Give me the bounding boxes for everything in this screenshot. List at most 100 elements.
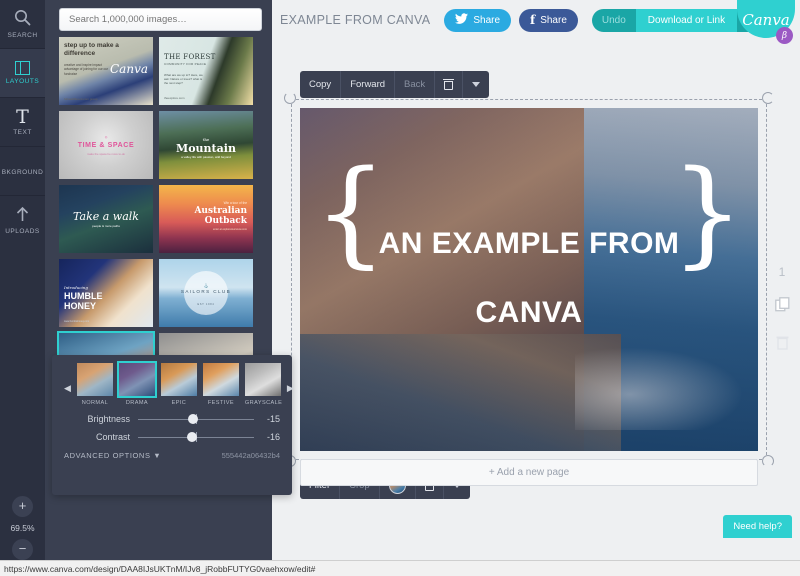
undo-button[interactable]: Undo [592, 9, 636, 32]
contrast-knob[interactable] [186, 432, 197, 442]
duplicate-page-icon[interactable] [774, 297, 790, 317]
layout-thumb-humble-honey[interactable]: Introducing HUMBLE HONEY www.humblehoney… [59, 259, 153, 327]
twitter-icon [455, 13, 469, 27]
contrast-value: -16 [266, 432, 280, 442]
sidebar-label-text: TEXT [13, 128, 32, 136]
beta-badge: β [776, 27, 793, 44]
thumb-script: Canva [110, 62, 148, 76]
status-bar-url: https://www.canva.com/design/DAA8IJsUKTn… [4, 563, 316, 574]
brightness-knob[interactable] [187, 414, 198, 424]
sidebar-item-search[interactable]: SEARCH [0, 0, 45, 48]
twitter-share-button[interactable]: Share [444, 8, 512, 32]
layout-thumb-step-up[interactable]: step up to make a difference creative an… [59, 37, 153, 105]
filter-preset-festive[interactable]: FESTIVE [202, 363, 239, 406]
delete-page-icon[interactable] [776, 335, 789, 355]
thumb-title: Mountain [176, 142, 236, 155]
contrast-track[interactable] [138, 432, 254, 442]
more-options-button[interactable] [463, 71, 489, 98]
copy-button[interactable]: Copy [300, 71, 342, 98]
chevron-down-icon: ▼ [153, 451, 162, 460]
thumb-title: Australian Outback [194, 206, 247, 226]
rotate-handle-bottom-right[interactable] [762, 455, 774, 467]
brightness-label: Brightness [87, 414, 130, 424]
sidebar-item-text[interactable]: T TEXT [0, 98, 45, 146]
brightness-value: -15 [266, 414, 280, 424]
canvas-stage[interactable]: Copy Forward Back { } AN EXAMPLE FROM CA… [272, 40, 800, 560]
sidebar-item-layouts[interactable]: LAYOUTS [0, 49, 45, 97]
filter-prev-arrow[interactable]: ◀ [64, 375, 71, 394]
filter-name: EPIC [171, 400, 187, 406]
layout-thumb-time-and-space[interactable]: ◎ TIME & SPACE make the space be more to… [59, 111, 153, 179]
sidebar-item-uploads[interactable]: UPLOADS [0, 196, 45, 244]
layout-thumb-the-mountain[interactable]: the Mountain a valley life with passion,… [159, 111, 253, 179]
thumb-sub: make the space be more to-do [87, 152, 125, 156]
zoom-controls: + 69.5% − [0, 496, 45, 560]
sidebar-label-layouts: LAYOUTS [5, 78, 40, 85]
thumb-footer: theexplore.com [164, 96, 185, 100]
thumb-footer: www.humblehoney.com [64, 320, 90, 323]
filter-preset-epic[interactable]: EPIC [160, 363, 197, 406]
filter-preset-normal[interactable]: NORMAL [76, 363, 113, 406]
layout-thumb-australian-outback[interactable]: Win a tour of the Australian Outback ent… [159, 185, 253, 253]
canva-logo[interactable]: Canva β [737, 0, 795, 44]
delete-button[interactable] [435, 71, 464, 98]
rotate-handle-top-left[interactable] [284, 92, 296, 104]
layout-thumb-the-forest[interactable]: THE FOREST COMMUNITY FOR PEACE What are … [159, 37, 253, 105]
left-icon-rail: SEARCH LAYOUTS T TEXT BKGROUND UPLOADS [0, 0, 45, 560]
thumb-pre: Win a tour of the [223, 201, 247, 205]
filter-thumb [160, 363, 197, 396]
filter-next-arrow[interactable]: ▶ [287, 375, 294, 394]
thumb-footer: enter at exploretoursnow.com [212, 228, 247, 231]
layouts-icon [15, 61, 30, 75]
thumb-sub: a valley life with passion, wild beyond [181, 155, 231, 159]
search-icon [14, 9, 31, 29]
brightness-track[interactable] [138, 414, 254, 424]
filter-thumb [116, 361, 157, 398]
thumb-title: step up to make a difference [64, 42, 119, 57]
canvas-image-object[interactable]: { } AN EXAMPLE FROM CANVA [284, 92, 774, 467]
download-or-link-button[interactable]: Download or Link [635, 8, 738, 32]
filter-thumb [202, 363, 239, 396]
filter-preset-grayscale[interactable]: GRAYSCALE [244, 363, 282, 406]
search-container [45, 0, 272, 37]
sidebar-item-background[interactable]: BKGROUND [0, 147, 45, 195]
page-strip: 1 [770, 265, 794, 355]
filter-thumb [244, 363, 281, 396]
sidebar-label-background: BKGROUND [1, 169, 44, 176]
brightness-slider-row: Brightness -15 [52, 414, 292, 424]
trash-icon [443, 79, 455, 90]
back-button[interactable]: Back [395, 71, 436, 98]
page-number: 1 [778, 265, 786, 279]
add-new-page-button[interactable]: + Add a new page [300, 459, 758, 486]
rotate-handle-top-right[interactable] [762, 92, 774, 104]
contrast-slider-row: Contrast -16 [52, 432, 292, 442]
filter-name: FESTIVE [207, 400, 234, 406]
filter-preset-drama[interactable]: DRAMA [116, 361, 157, 406]
upload-arrow-icon [15, 206, 30, 225]
chevron-down-icon [472, 82, 481, 87]
thumb-body: What are we up to? Here, we ask: Nature … [164, 73, 203, 86]
layout-thumb-sailors-club[interactable]: ⚓ SAILORS CLUB EST 1984 [159, 259, 253, 327]
thumb-anchor-icon: ⚓ [203, 283, 209, 288]
advanced-options-button[interactable]: ADVANCED OPTIONS ▼ [64, 451, 161, 460]
thumb-mark-icon: ◎ [104, 135, 108, 139]
thumb-title: HUMBLE HONEY [64, 291, 103, 311]
facebook-share-button[interactable]: f Share [519, 8, 578, 32]
advanced-options-label: ADVANCED OPTIONS [64, 451, 151, 460]
zoom-in-button[interactable]: + [12, 496, 33, 517]
filter-thumb [76, 363, 113, 396]
document-title[interactable]: EXAMPLE FROM CANVA [280, 13, 430, 27]
thumb-sub: people & more paths [92, 224, 120, 228]
layout-thumb-take-a-walk[interactable]: Take a walk people & more paths [59, 185, 153, 253]
forward-button[interactable]: Forward [341, 71, 396, 98]
zoom-out-button[interactable]: − [12, 539, 33, 560]
sidebar-label-search: SEARCH [7, 32, 38, 39]
thumb-title: THE FOREST [164, 53, 216, 61]
thumb-sub: EST 1984 [197, 303, 215, 306]
zoom-level-value: 69.5% [10, 523, 35, 533]
selection-frame [291, 99, 767, 460]
need-help-button[interactable]: Need help? [723, 515, 792, 538]
search-input[interactable] [59, 8, 262, 31]
twitter-share-label: Share [473, 14, 501, 26]
filter-popover: ◀ NORMAL DRAMA EPIC FESTIVE GRAYSCALE ▶ … [52, 355, 294, 495]
